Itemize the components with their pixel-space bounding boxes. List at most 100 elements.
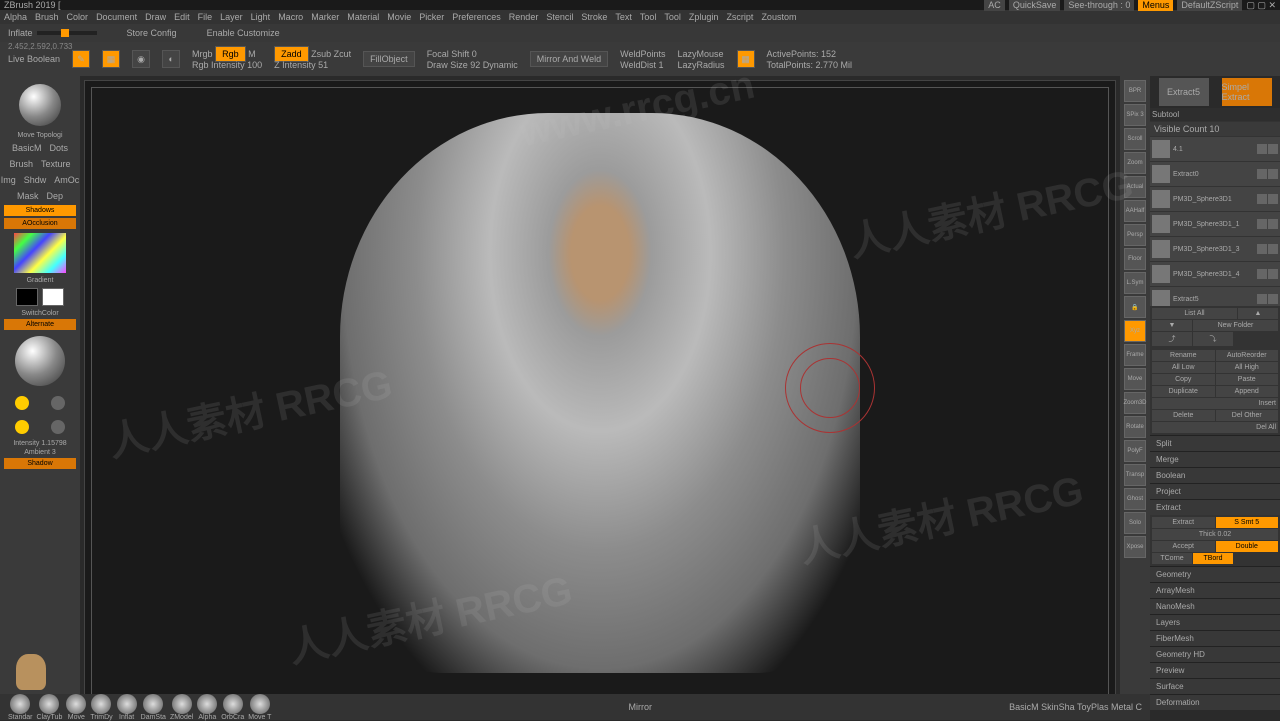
color-picker[interactable] (14, 233, 66, 273)
subtool-item[interactable]: PM3D_Sphere3D1_4 (1150, 262, 1280, 286)
light3-icon[interactable] (15, 420, 29, 434)
shelf-ghost[interactable]: Ghost (1124, 488, 1146, 510)
mrgb-button[interactable]: Mrgb (192, 49, 213, 59)
fill-object-button[interactable]: FillObject (363, 51, 415, 67)
paste-button[interactable]: Paste (1216, 374, 1279, 385)
focal-shift-slider[interactable]: Focal Shift 0 (427, 49, 518, 59)
light2-icon[interactable] (51, 396, 65, 410)
tbord-button[interactable]: TBord (1193, 553, 1233, 564)
eye-icon[interactable] (1257, 269, 1267, 279)
menu-texture[interactable]: Text (615, 12, 632, 22)
brush-claytubes[interactable] (39, 694, 59, 714)
zcut-button[interactable]: Zcut (334, 49, 352, 59)
amoc-btn[interactable]: AmOc (54, 175, 79, 185)
switch-color-button[interactable]: SwitchColor (4, 310, 76, 317)
shelf-zoom3d[interactable]: Zoom3D (1124, 392, 1146, 414)
menu-material[interactable]: Material (347, 12, 379, 22)
brush-move[interactable] (66, 694, 86, 714)
img-btn[interactable]: Img (1, 175, 16, 185)
append-button[interactable]: Append (1216, 386, 1279, 397)
boolean-section[interactable]: Boolean (1150, 467, 1280, 483)
copy-button[interactable]: Copy (1152, 374, 1215, 385)
gradient-label[interactable]: Gradient (4, 277, 76, 284)
split-section[interactable]: Split (1150, 435, 1280, 451)
polycount-icon[interactable]: ▦ (737, 50, 755, 68)
shelf-zoom[interactable]: Zoom (1124, 152, 1146, 174)
shelf-floor[interactable]: Floor (1124, 248, 1146, 270)
edit-mode-button[interactable]: ✎ (72, 50, 90, 68)
mirror-weld-button[interactable]: Mirror And Weld (530, 51, 608, 67)
shelf-transp[interactable]: Transp (1124, 464, 1146, 486)
shelf-xyz[interactable]: Xyz (1124, 320, 1146, 342)
arrow-down-icon[interactable]: ▼ (1152, 320, 1192, 331)
extract-button[interactable]: Extract (1152, 517, 1215, 528)
shelf-solo[interactable]: Solo (1124, 512, 1146, 534)
shelf-polyf[interactable]: PolyF (1124, 440, 1146, 462)
aocclusion-button[interactable]: AOcclusion (4, 218, 76, 229)
subtool-item[interactable]: 4.1 (1150, 137, 1280, 161)
subtool-header[interactable]: Subtool (1150, 108, 1280, 121)
eye-icon[interactable] (1257, 169, 1267, 179)
menu-marker[interactable]: Marker (311, 12, 339, 22)
preview-section[interactable]: Preview (1150, 662, 1280, 678)
menu-zplugin[interactable]: Zplugin (689, 12, 719, 22)
geometry-section[interactable]: Geometry (1150, 566, 1280, 582)
fibermesh-section[interactable]: FiberMesh (1150, 630, 1280, 646)
new-folder-button[interactable]: New Folder (1193, 320, 1278, 331)
menu-movie[interactable]: Movie (387, 12, 411, 22)
brush-zmodeler[interactable] (172, 694, 192, 714)
subtool-item[interactable]: Extract0 (1150, 162, 1280, 186)
inflate-slider[interactable] (37, 31, 97, 35)
lazymouse-button[interactable]: LazyMouse (677, 49, 724, 59)
menu-draw[interactable]: Draw (145, 12, 166, 22)
subtool-item[interactable]: Extract5 (1150, 287, 1280, 306)
rename-button[interactable]: Rename (1152, 350, 1215, 361)
menu-edit[interactable]: Edit (174, 12, 190, 22)
intensity-slider[interactable]: Intensity 1.15798 (4, 440, 76, 447)
menu-picker[interactable]: Picker (419, 12, 444, 22)
menu-zoustom[interactable]: Zoustom (761, 12, 796, 22)
draw-size-slider[interactable]: Draw Size 92 (427, 60, 481, 70)
menu-preferences[interactable]: Preferences (452, 12, 501, 22)
arrow-up-icon[interactable]: ▲ (1238, 308, 1278, 319)
double-button[interactable]: Double (1216, 541, 1279, 552)
shelf-frame[interactable]: Frame (1124, 344, 1146, 366)
seethrough-slider[interactable]: See-through : 0 (1064, 0, 1134, 11)
default-script[interactable]: DefaultZScript (1177, 0, 1242, 11)
menu-document[interactable]: Document (96, 12, 137, 22)
allhigh-button[interactable]: All High (1216, 362, 1279, 373)
list-all-button[interactable]: List All (1152, 308, 1237, 319)
enable-customize-button[interactable]: Enable Customize (207, 28, 280, 38)
geometryhd-section[interactable]: Geometry HD (1150, 646, 1280, 662)
thick-slider[interactable]: Thick 0.02 (1152, 529, 1278, 540)
menu-stroke[interactable]: Stroke (581, 12, 607, 22)
brush-alpha[interactable] (197, 694, 217, 714)
subtool-item[interactable]: PM3D_Sphere3D1_1 (1150, 212, 1280, 236)
delother-button[interactable]: Del Other (1216, 410, 1279, 421)
brush-label[interactable]: Brush (9, 159, 33, 169)
subtool-item[interactable]: PM3D_Sphere3D1_3 (1150, 237, 1280, 261)
shelf-move[interactable]: Move (1124, 368, 1146, 390)
tool-thumbnail[interactable] (19, 84, 61, 126)
shadow-button[interactable]: Shadow (4, 458, 76, 469)
nanomesh-section[interactable]: NanoMesh (1150, 598, 1280, 614)
brush-standard[interactable] (10, 694, 30, 714)
menu-transform[interactable]: Tool (664, 12, 681, 22)
mask-btn[interactable]: Mask (17, 191, 39, 201)
shelf-actual[interactable]: Actual (1124, 176, 1146, 198)
brush-movetopological[interactable] (250, 694, 270, 714)
brush-inflate[interactable] (117, 694, 137, 714)
menu-file[interactable]: File (198, 12, 213, 22)
subtool-item[interactable]: PM3D_Sphere3D1 (1150, 187, 1280, 211)
material-list[interactable]: BasicM SkinSha ToyPlas Metal C (1009, 702, 1142, 712)
brush-icon[interactable] (1268, 244, 1278, 254)
ssmt-slider[interactable]: S Smt 5 (1216, 517, 1279, 528)
alllow-button[interactable]: All Low (1152, 362, 1215, 373)
dep-btn[interactable]: Dep (47, 191, 64, 201)
brush-icon[interactable] (1268, 294, 1278, 304)
dynamic-button[interactable]: Dynamic (483, 60, 518, 70)
weld-dist-slider[interactable]: WeldDist 1 (620, 60, 665, 70)
insert-button[interactable]: Insert (1152, 398, 1278, 409)
secondary-color-swatch[interactable] (16, 288, 38, 306)
sculptris-button[interactable]: ◐ (162, 50, 180, 68)
